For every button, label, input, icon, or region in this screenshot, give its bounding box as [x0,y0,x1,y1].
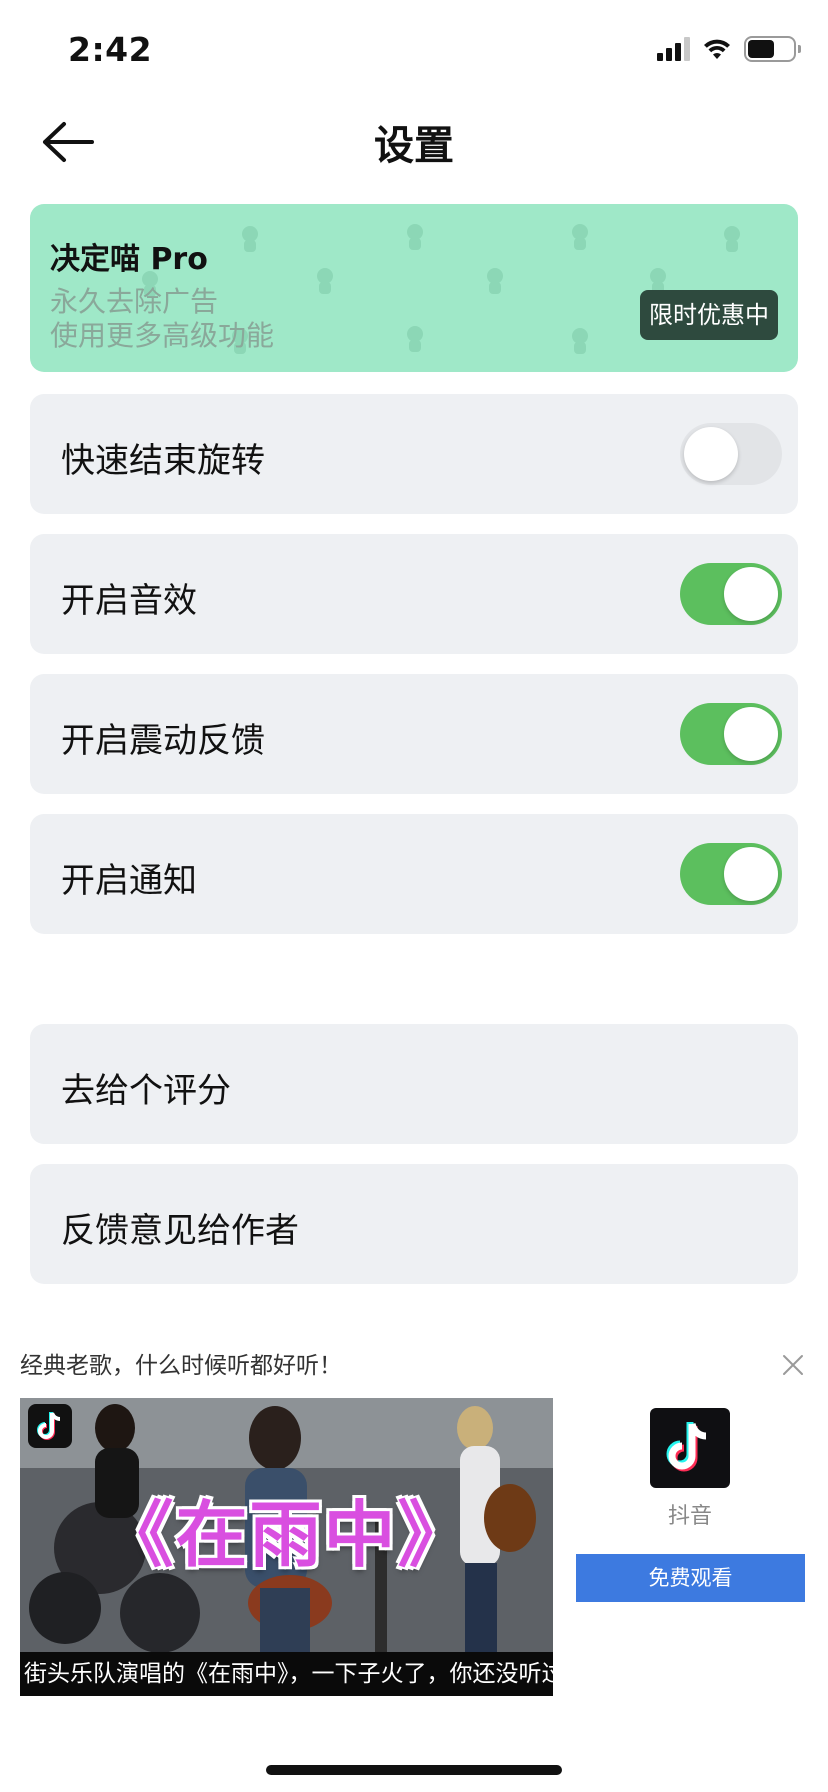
sound-effects-toggle[interactable] [680,563,782,625]
setting-row-notifications: 开启通知 [30,814,798,934]
close-icon[interactable] [780,1352,806,1378]
battery-icon [744,36,801,62]
toggle-knob [684,427,738,481]
wifi-icon [704,39,730,59]
rate-app-button[interactable]: 去给个评分 [30,1024,798,1144]
setting-label: 开启震动反馈 [61,721,265,761]
quick-stop-spin-toggle[interactable] [680,423,782,485]
settings-screen: 2:42 设置 决定喵 Pro 永久去除广告 使用更多高级功能 限时优惠中 快速… [0,0,828,1792]
cellular-signal-icon [657,37,690,61]
setting-label: 快速结束旋转 [61,441,265,481]
pro-title: 决定喵 Pro [50,242,208,277]
ad-headline: 经典老歌，什么时候听都好听！ [20,1353,342,1379]
vibration-feedback-toggle[interactable] [680,703,782,765]
status-time: 2:42 [68,30,153,69]
pro-benefit-2: 使用更多高级功能 [50,319,275,352]
limited-offer-button[interactable]: 限时优惠中 [640,290,778,340]
setting-row-quick-stop-spin: 快速结束旋转 [30,394,798,514]
video-caption: 街头乐队演唱的《在雨中》，一下子火了，你还没听过么? [20,1652,553,1696]
pro-upgrade-banner[interactable]: 决定喵 Pro 永久去除广告 使用更多高级功能 限时优惠中 [30,204,798,372]
video-title-overlay: 《在雨中》 [101,1493,472,1577]
ad-video-thumbnail[interactable]: 《在雨中》 街头乐队演唱的《在雨中》，一下子火了，你还没听过么? [20,1398,553,1696]
feedback-label: 反馈意见给作者 [61,1211,299,1251]
feedback-button[interactable]: 反馈意见给作者 [30,1164,798,1284]
rate-app-label: 去给个评分 [61,1071,231,1111]
tiktok-small-icon [28,1404,72,1448]
toggle-knob [724,847,778,901]
battery-level [748,40,774,58]
setting-label: 开启音效 [61,581,197,621]
tiktok-app-icon[interactable] [650,1408,730,1488]
notifications-toggle[interactable] [680,843,782,905]
tiktok-logo-icon [666,1422,707,1472]
setting-row-vibration: 开启震动反馈 [30,674,798,794]
toggle-knob [724,707,778,761]
setting-row-sound-effects: 开启音效 [30,534,798,654]
app-name: 抖音 [667,1504,712,1529]
setting-label: 开启通知 [61,861,197,901]
tiktok-note-icon [37,1412,61,1440]
free-watch-button[interactable]: 免费观看 [576,1554,805,1602]
page-title: 设置 [374,123,454,169]
status-icons [657,36,801,62]
toggle-knob [724,567,778,621]
home-indicator[interactable] [266,1765,562,1775]
